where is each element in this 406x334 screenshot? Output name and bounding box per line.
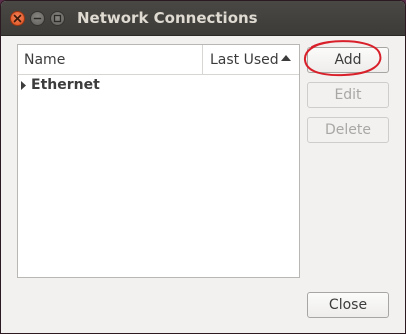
network-connections-window: Network Connections Name Last Used Ether… [0, 0, 406, 334]
sort-ascending-icon [281, 55, 291, 61]
column-header-last-used-label: Last Used [210, 52, 279, 68]
close-window-button[interactable] [10, 11, 25, 26]
window-title: Network Connections [77, 9, 258, 27]
column-header-name[interactable]: Name [18, 45, 203, 74]
titlebar: Network Connections [1, 1, 405, 36]
close-button[interactable]: Close [307, 292, 389, 318]
minimize-icon [33, 17, 42, 20]
list-item-label: Ethernet [31, 77, 100, 93]
connections-list[interactable]: Name Last Used Ethernet [17, 44, 300, 278]
list-header: Name Last Used [18, 45, 299, 75]
maximize-window-button[interactable] [50, 11, 65, 26]
add-button[interactable]: Add [307, 47, 389, 73]
column-header-name-label: Name [24, 52, 66, 68]
delete-button[interactable]: Delete [307, 117, 389, 143]
minimize-window-button[interactable] [30, 11, 45, 26]
close-icon [13, 14, 22, 23]
list-item-ethernet[interactable]: Ethernet [18, 75, 299, 97]
expander-collapsed-icon[interactable] [21, 81, 26, 90]
maximize-icon [53, 14, 62, 23]
edit-button[interactable]: Edit [307, 82, 389, 108]
column-header-last-used[interactable]: Last Used [203, 45, 299, 74]
